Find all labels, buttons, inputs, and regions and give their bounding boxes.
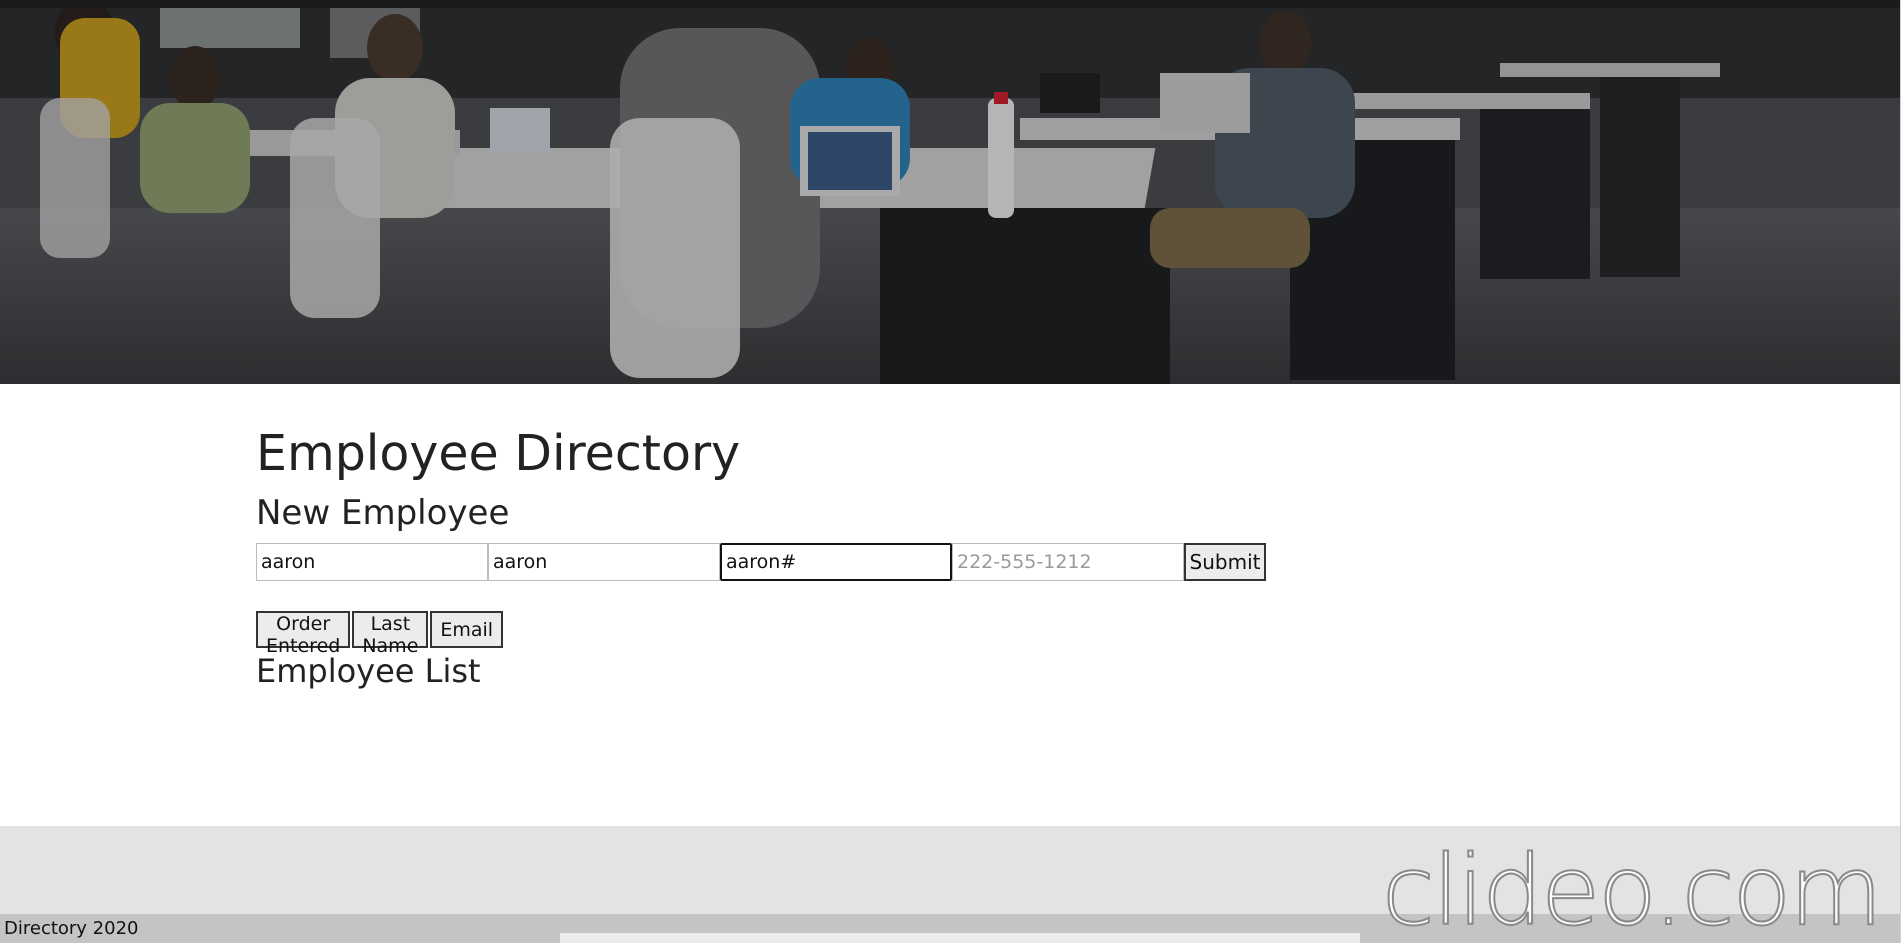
footer-text: Directory 2020 [4, 918, 139, 939]
page-title: Employee Directory [256, 425, 741, 482]
sort-order-entered-button[interactable]: Order Entered [256, 611, 351, 657]
top-border [0, 0, 1901, 8]
hero-banner-image [0, 8, 1900, 384]
email-input[interactable] [720, 543, 952, 581]
submit-button[interactable]: Submit [1184, 543, 1266, 581]
phone-input[interactable] [952, 543, 1184, 581]
employee-list-heading: Employee List [256, 652, 481, 690]
sort-last-name-button[interactable]: Last Name [352, 611, 429, 657]
new-employee-heading: New Employee [256, 493, 510, 533]
sort-email-button[interactable]: Email [430, 611, 504, 648]
sort-buttons: Order Entered Last Name Email [256, 611, 505, 657]
horizontal-scrollbar[interactable] [560, 933, 1360, 943]
clideo-watermark: clideo.com [1381, 835, 1884, 947]
last-name-input[interactable] [488, 543, 720, 581]
new-employee-form: Submit [256, 543, 1266, 581]
first-name-input[interactable] [256, 543, 488, 581]
